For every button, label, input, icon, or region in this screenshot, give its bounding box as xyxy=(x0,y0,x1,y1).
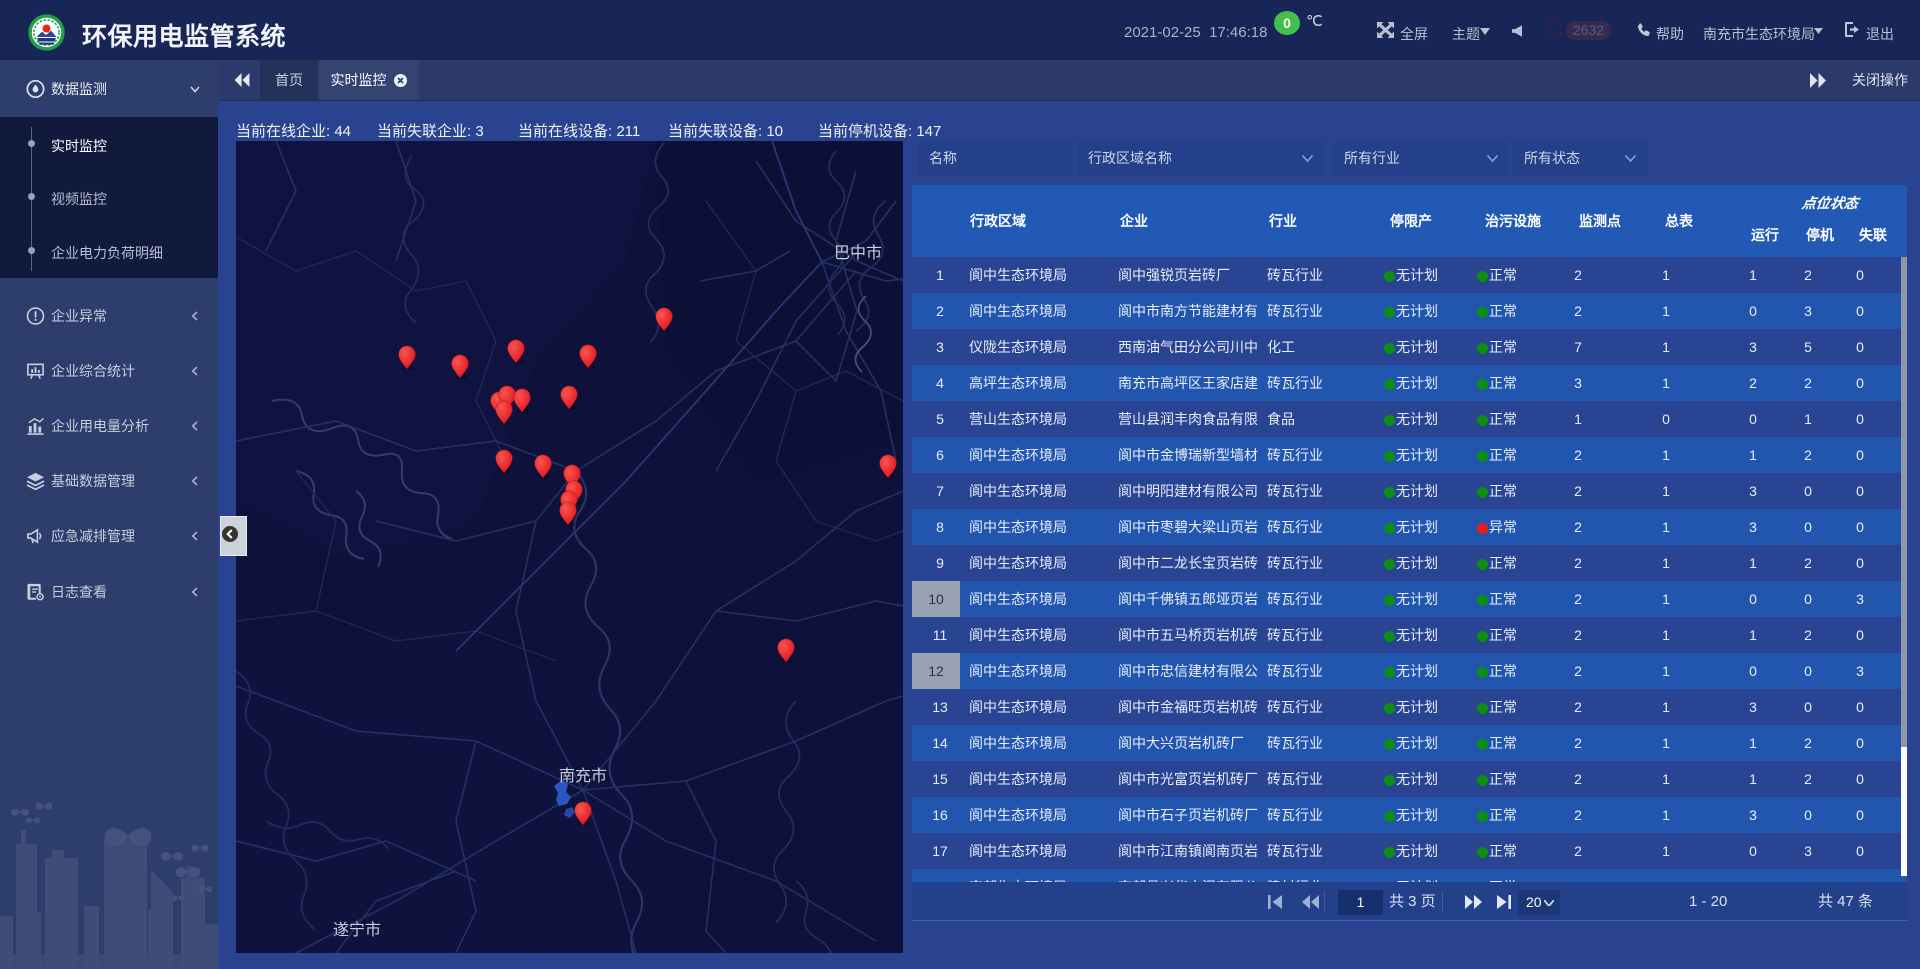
svg-text:南充市: 南充市 xyxy=(559,767,607,785)
svg-text:遂宁市: 遂宁市 xyxy=(333,921,381,939)
svg-text:巴中市: 巴中市 xyxy=(834,244,882,262)
